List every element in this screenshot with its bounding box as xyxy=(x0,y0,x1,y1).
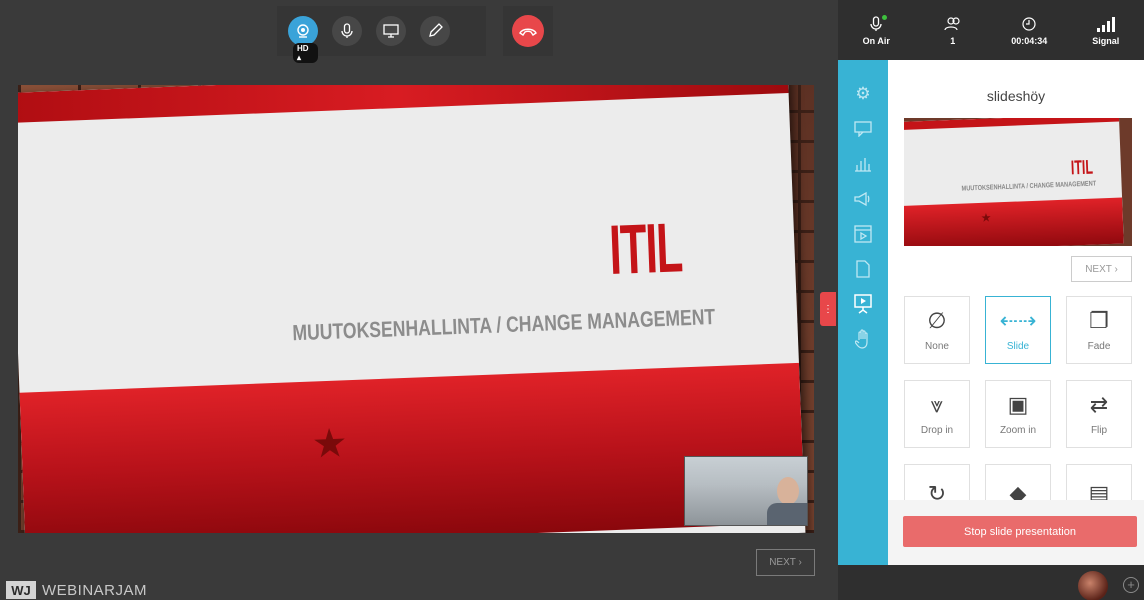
transition-label: Zoom in xyxy=(999,424,1037,436)
panel-footer: Stop slide presentation xyxy=(888,500,1144,565)
raise-hand-icon[interactable] xyxy=(851,327,875,351)
avatar[interactable] xyxy=(1078,571,1108,600)
slideshow-presentation-icon[interactable] xyxy=(851,292,875,316)
transition-grid: ∅ None ⇠⇢ Slide ❐ Fade ⩔ Drop in ▣ Zoom … xyxy=(904,296,1136,532)
transition-label: Fade xyxy=(1087,340,1111,352)
signal-bars-icon xyxy=(1096,15,1116,33)
slideshow-panel: slideshöy ITIL MUUTOKSENHALLINTA / CHANG… xyxy=(888,60,1144,565)
microphone-icon xyxy=(870,14,888,33)
microphone-button[interactable] xyxy=(332,16,362,46)
users-icon xyxy=(944,15,962,33)
none-icon: ∅ xyxy=(927,307,947,333)
webcam-icon xyxy=(297,24,309,38)
transition-label: Flip xyxy=(1090,424,1108,436)
thumbnail-star-icon: ★ xyxy=(980,210,992,225)
presenter-body xyxy=(767,503,807,525)
microphone-icon xyxy=(341,23,353,38)
brand-logo: WJ WEBINARJAM xyxy=(6,581,147,599)
transition-drop-in[interactable]: ⩔ Drop in xyxy=(904,380,970,448)
slide-subtitle: MUUTOKSENHALLINTA / CHANGE MANAGEMENT xyxy=(291,304,716,346)
session-timer: 00:04:34 xyxy=(991,0,1068,60)
panel-next-button[interactable]: NEXT › xyxy=(1071,256,1132,282)
drop-in-icon: ⩔ xyxy=(930,391,944,417)
webinarjam-logo-text: WEBINARJAM xyxy=(42,581,148,599)
megaphone-icon[interactable] xyxy=(851,187,875,211)
camera-button[interactable]: HD ▴ xyxy=(288,16,318,63)
slide-thumbnail[interactable]: ITIL MUUTOKSENHALLINTA / CHANGE MANAGEME… xyxy=(904,118,1132,246)
transition-flip[interactable]: ⇄ Flip xyxy=(1066,380,1132,448)
monitor-icon xyxy=(383,24,399,38)
hd-quality-badge[interactable]: HD ▴ xyxy=(293,43,318,63)
webinarjam-logo-mark: WJ xyxy=(6,581,36,599)
transition-label: Slide xyxy=(1006,340,1030,352)
flip-icon: ⇄ xyxy=(1089,391,1109,417)
settings-gear-icon[interactable]: ⚙ xyxy=(851,82,875,106)
on-air-label: On Air xyxy=(862,35,890,46)
presentation-slide: ITIL MUUTOKSENHALLINTA / CHANGE MANAGEME… xyxy=(18,85,814,533)
fade-icon: ❐ xyxy=(1089,307,1109,333)
end-call-container xyxy=(503,6,553,56)
add-circle-icon[interactable]: + xyxy=(1123,577,1139,593)
bottom-user-bar: + xyxy=(838,565,1144,600)
signal-strength: Signal xyxy=(1068,0,1144,60)
live-indicator-dot xyxy=(882,14,888,20)
transition-fade[interactable]: ❐ Fade xyxy=(1066,296,1132,364)
chat-icon[interactable] xyxy=(851,117,875,141)
stop-slide-presentation-button[interactable]: Stop slide presentation xyxy=(903,516,1137,547)
screen-share-button[interactable] xyxy=(376,16,406,46)
slide-arrows-icon: ⇠⇢ xyxy=(999,307,1037,333)
presenter-face xyxy=(777,477,799,505)
transition-none[interactable]: ∅ None xyxy=(904,296,970,364)
slide-top-band xyxy=(18,85,789,123)
on-air-status: On Air xyxy=(838,0,915,60)
draw-button[interactable] xyxy=(420,16,450,46)
document-icon[interactable] xyxy=(851,257,875,281)
thumbnail-title: ITIL xyxy=(1070,156,1094,180)
slide-title: ITIL xyxy=(607,208,684,289)
poll-chart-icon[interactable] xyxy=(851,152,875,176)
pencil-icon xyxy=(429,23,443,37)
presenter-webcam-feed[interactable] xyxy=(684,456,808,526)
panel-toggle-handle[interactable]: ⋮ xyxy=(820,292,836,326)
video-clip-icon[interactable] xyxy=(851,222,875,246)
attendee-count-value: 1 xyxy=(950,35,956,46)
thumbnail-top-band xyxy=(904,118,1120,130)
thumbnail-bottom-band xyxy=(904,197,1124,246)
zoom-in-icon: ▣ xyxy=(1007,391,1029,417)
broadcast-status-bar: On Air 1 00:04:34 Signal xyxy=(838,0,1144,60)
signal-label: Signal xyxy=(1092,35,1120,46)
vertical-dots-icon: ⋮ xyxy=(823,303,833,315)
thumbnail-subtitle: MUUTOKSENHALLINTA / CHANGE MANAGEMENT xyxy=(961,180,1097,193)
transition-label: None xyxy=(925,340,949,352)
tools-sidebar: ⚙ xyxy=(838,60,888,565)
next-slide-button[interactable]: NEXT › xyxy=(756,549,815,576)
end-call-button[interactable] xyxy=(512,15,544,47)
call-toolbar: HD ▴ xyxy=(277,6,486,63)
star-icon: ★ xyxy=(310,421,349,467)
clock-icon xyxy=(1022,15,1036,33)
thumbnail-paper: ITIL MUUTOKSENHALLINTA / CHANGE MANAGEME… xyxy=(904,118,1124,246)
timer-value: 00:04:34 xyxy=(1011,35,1048,46)
transition-zoom-in[interactable]: ▣ Zoom in xyxy=(985,380,1051,448)
transition-slide[interactable]: ⇠⇢ Slide xyxy=(985,296,1051,364)
panel-title: slideshöy xyxy=(986,88,1046,104)
transition-label: Drop in xyxy=(920,424,954,436)
hang-up-icon xyxy=(519,28,537,36)
attendee-count[interactable]: 1 xyxy=(915,0,992,60)
